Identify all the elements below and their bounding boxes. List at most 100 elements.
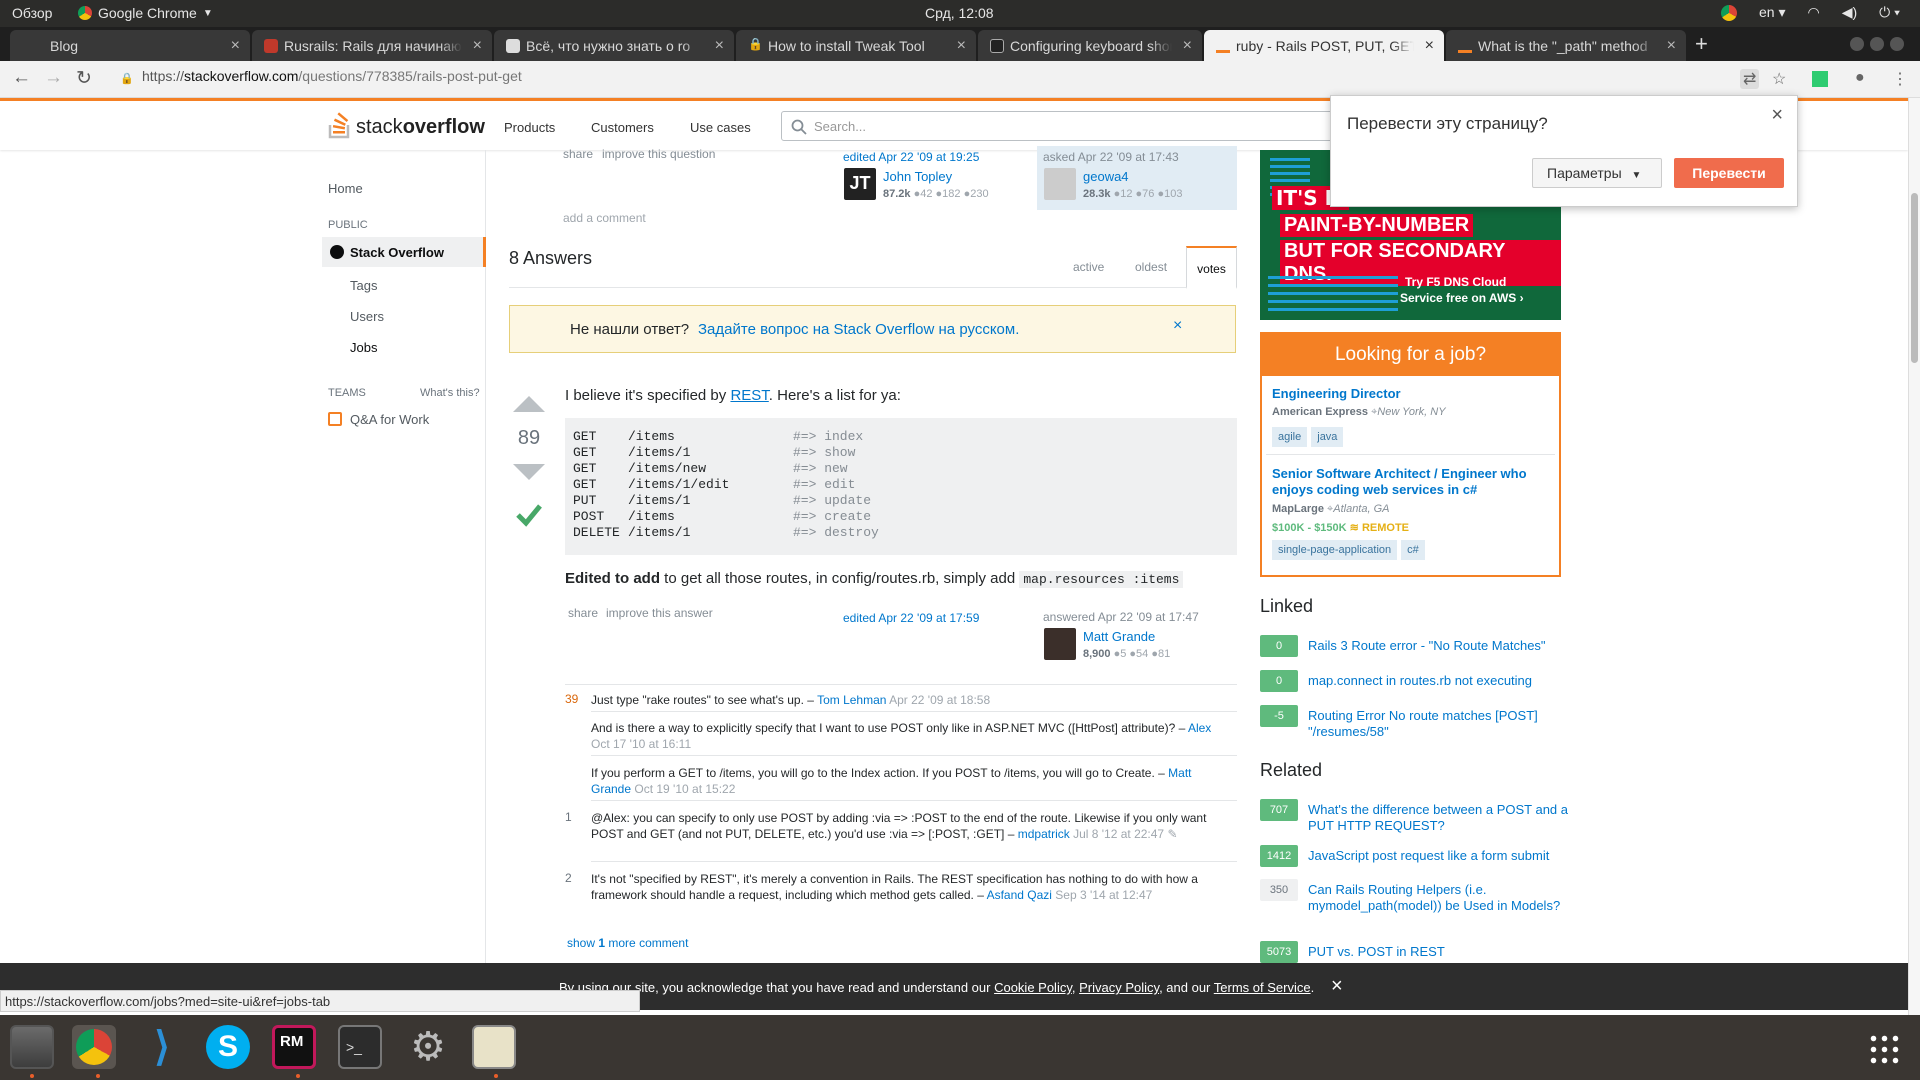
sidebar-item-home[interactable]: Home [328,181,363,196]
close-tab-icon[interactable]: × [231,37,240,55]
tab-oldest[interactable]: oldest [1135,260,1167,274]
job-title[interactable]: Senior Software Architect / Engineer who… [1272,466,1549,498]
notice-link[interactable]: Задайте вопрос на Stack Overflow на русс… [698,321,1019,338]
improve-answer-link[interactable]: improve this answer [606,606,713,620]
share-question-link[interactable]: share [563,147,593,161]
power-icon[interactable]: ⏻ ▾ [1879,4,1900,21]
maximize-button[interactable] [1870,37,1884,51]
tag[interactable]: c# [1401,540,1425,560]
terms-link[interactable]: Terms of Service [1214,980,1311,995]
activities-button[interactable]: Обзор [12,5,52,21]
app-grid-icon[interactable] [1868,1033,1900,1065]
comment-user[interactable]: Asfand Qazi [987,888,1052,902]
back-arrow-icon[interactable]: ← [12,67,31,89]
options-button[interactable]: Параметры ▼ [1532,158,1662,188]
sidebar-item-qa-for-work[interactable]: Q&A for Work [350,412,429,427]
stackoverflow-logo[interactable]: stackoverflow [328,111,485,139]
lock-icon[interactable]: 🔒 [120,72,134,85]
close-icon[interactable]: × [1771,104,1783,127]
avatar[interactable] [1044,628,1076,660]
tab-article[interactable]: Всё, что нужно знать о ro × [494,30,734,61]
close-tab-icon[interactable]: × [473,37,482,55]
sidebar-item-jobs[interactable]: Jobs [350,340,377,355]
asker-name[interactable]: geowa4 [1083,169,1129,184]
cookie-policy-link[interactable]: Cookie Policy [994,980,1072,995]
linked-link[interactable]: map.connect in routes.rb not executing [1308,673,1568,689]
answer-edited-timestamp[interactable]: edited Apr 22 '09 at 17:59 [843,611,979,625]
jobs-header[interactable]: Looking for a job? [1262,334,1559,376]
close-tab-icon[interactable]: × [1667,37,1676,55]
sidebar-item-tags[interactable]: Tags [350,278,377,293]
related-link[interactable]: JavaScript post request like a form subm… [1308,848,1568,864]
close-icon[interactable]: × [1173,317,1182,335]
close-tab-icon[interactable]: × [957,37,966,55]
new-tab-button[interactable]: + [1695,31,1708,57]
close-tab-icon[interactable]: × [1183,37,1192,55]
nav-products[interactable]: Products [504,120,555,135]
related-link[interactable]: Can Rails Routing Helpers (i.e. mymodel_… [1308,882,1568,914]
whats-this-link[interactable]: What's this? [420,387,480,399]
profile-avatar-icon[interactable]: ● [1855,69,1865,87]
tab-path-method[interactable]: What is the "_path" method × [1446,30,1686,61]
job-item[interactable]: Senior Software Architect / Engineer who… [1266,460,1555,572]
settings-app-icon[interactable]: ⚙ [406,1025,450,1069]
improve-question-link[interactable]: improve this question [602,147,715,161]
terminal-app-icon[interactable]: >_ [338,1025,382,1069]
avatar[interactable] [1044,168,1076,200]
tag[interactable]: agile [1272,427,1308,447]
screenshot-app-icon[interactable] [472,1025,516,1069]
search-input[interactable]: Search... [781,111,1341,141]
rest-link[interactable]: REST [730,387,768,404]
sidebar-item-users[interactable]: Users [350,309,384,324]
linked-link[interactable]: Routing Error No route matches [POST] "/… [1308,708,1568,740]
show-more-comments[interactable]: show 1 more comment [567,936,688,950]
app-menu[interactable]: Google Chrome ▼ [78,5,213,21]
extension-icon[interactable] [1812,71,1828,87]
tag[interactable]: java [1311,427,1344,447]
close-window-button[interactable] [1890,37,1904,51]
tab-keyboard-shortcuts[interactable]: Configuring keyboard shortcuts× [978,30,1202,61]
translate-icon[interactable]: ⇄ [1740,69,1760,89]
related-link[interactable]: PUT vs. POST in REST [1308,944,1568,960]
tab-votes[interactable]: votes [1186,246,1237,289]
close-icon[interactable]: × [1331,975,1343,998]
clock[interactable]: Срд, 12:08 [925,5,994,21]
bookmark-star-icon[interactable]: ☆ [1772,69,1786,89]
related-link[interactable]: What's the difference between a POST and… [1308,802,1568,834]
job-title[interactable]: Engineering Director [1272,386,1549,401]
author-name[interactable]: Matt Grande [1083,629,1155,644]
menu-dots-icon[interactable]: ⋮ [1892,69,1908,89]
share-answer-link[interactable]: share [568,606,598,620]
skype-app-icon[interactable]: S [206,1025,250,1069]
edited-timestamp[interactable]: edited Apr 22 '09 at 19:25 [843,150,979,164]
downvote-arrow-icon[interactable] [513,464,545,482]
close-tab-icon[interactable]: × [715,37,724,55]
upvote-arrow-icon[interactable] [513,394,545,412]
url-field[interactable]: https://stackoverflow.com/questions/7783… [142,68,1742,84]
add-comment-link[interactable]: add a comment [563,211,646,225]
privacy-policy-link[interactable]: Privacy Policy [1079,980,1159,995]
sidebar-item-stack-overflow[interactable]: Stack Overflow [322,237,486,267]
tab-rails-post-put-get[interactable]: ruby - Rails POST, PUT, GET × [1204,30,1444,61]
scrollbar[interactable] [1908,98,1920,1015]
tag[interactable]: single-page-application [1272,540,1398,560]
chrome-tray-icon[interactable] [1721,4,1737,21]
language-indicator[interactable]: en ▾ [1759,4,1786,21]
volume-icon[interactable]: ◀) [1842,4,1857,21]
scrollbar-thumb[interactable] [1911,193,1918,363]
comment-user[interactable]: mdpatrick [1018,827,1070,841]
avatar[interactable]: JT [844,168,876,200]
tab-blog[interactable]: Blog × [10,30,250,61]
minimize-button[interactable] [1850,37,1864,51]
chrome-app-icon[interactable] [72,1025,116,1069]
vscode-app-icon[interactable]: ⟩ [140,1025,184,1069]
close-tab-icon[interactable]: × [1425,37,1434,55]
nav-customers[interactable]: Customers [591,120,654,135]
translate-button[interactable]: Перевести [1674,158,1784,188]
nav-use-cases[interactable]: Use cases [690,120,751,135]
tab-rusrails[interactable]: Rusrails: Rails для начинающих× [252,30,492,61]
rubymine-app-icon[interactable]: RM [272,1025,316,1069]
tab-tweak-tool[interactable]: 🔒 How to install Tweak Tool × [736,30,976,61]
job-item[interactable]: Engineering Director American Express ⌖N… [1266,380,1555,455]
forward-arrow-icon[interactable]: → [44,67,63,89]
